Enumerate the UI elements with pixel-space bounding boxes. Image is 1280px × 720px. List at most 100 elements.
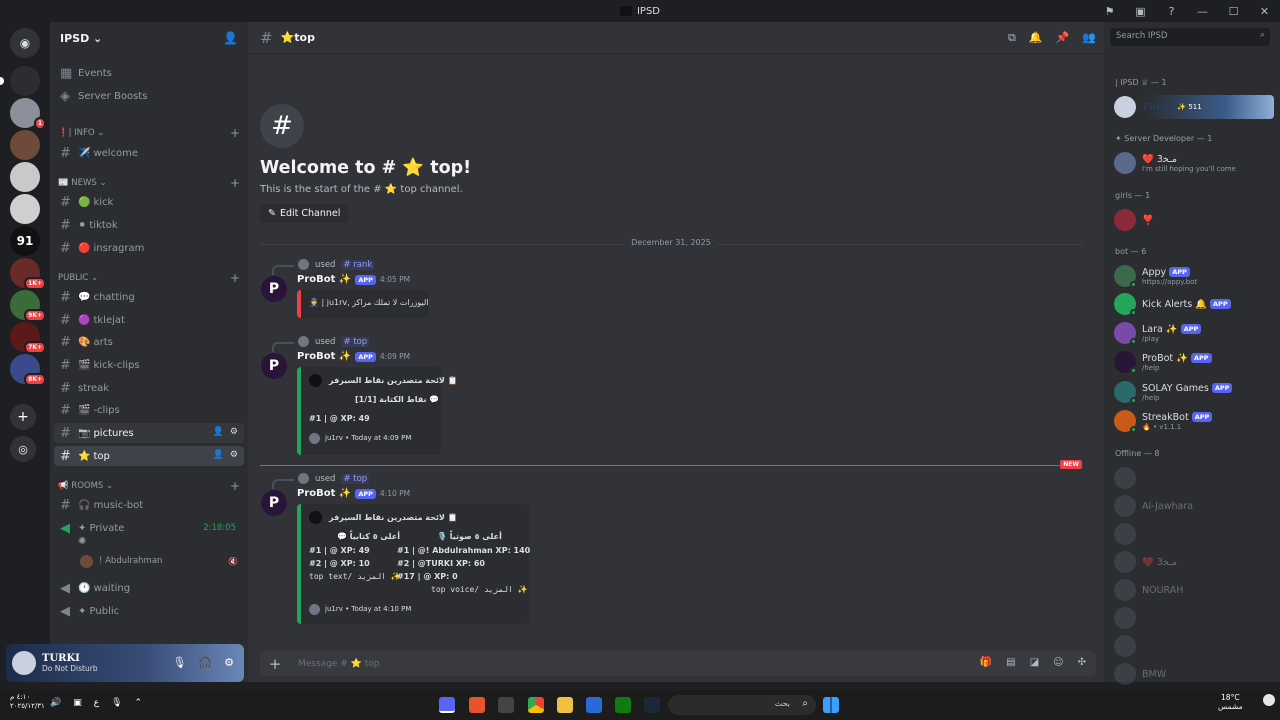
discover-icon[interactable]: ◎ [10,436,36,462]
member-item[interactable] [1114,466,1274,490]
threads-icon[interactable]: ⧉ [1008,31,1016,45]
server-icon[interactable]: 8K+ [10,354,46,386]
edit-channel-button[interactable]: ✎ Edit Channel [260,204,349,223]
channel-item[interactable]: # streak [54,378,244,398]
app-icon[interactable] [498,697,514,713]
discord-home-icon[interactable]: ◉ [10,28,40,58]
channel-item[interactable]: # ✈️ welcome [54,143,244,163]
folder-icon[interactable] [557,697,573,713]
command-link[interactable]: # rank [341,259,375,270]
command-link[interactable]: # top [341,336,370,347]
emoji-icon[interactable]: ☺ [1053,657,1063,668]
bot-avatar[interactable]: P [261,276,287,302]
voice-private[interactable]: ◀ ✦ Private 2:18:05 [54,518,244,538]
channel-music-bot[interactable]: # 🎧 music-bot [54,495,244,515]
store-icon[interactable] [586,697,602,713]
minimize-button[interactable]: — [1187,5,1218,18]
server-icon[interactable] [10,130,40,160]
inbox-icon[interactable]: ⚑ [1094,5,1125,18]
close-button[interactable]: ✕ [1249,5,1280,18]
add-channel-icon[interactable]: + [230,479,240,493]
search-input[interactable]: Search IPSD ⌕ [1110,28,1270,46]
message-input[interactable]: Message # ⭐ top [298,659,380,669]
members-icon[interactable]: 👥 [1082,31,1096,45]
member-item[interactable]: SOLAY Games APP/help [1114,380,1274,404]
member-item[interactable]: ❤️ ﻣـﺨ3 I'm still hoping you'll come [1114,151,1274,175]
invite-icon[interactable]: 👤 [213,450,224,460]
avatar[interactable] [12,651,36,675]
channel-category[interactable]: ❗| INFO ⌄ + [58,126,240,140]
voice-public[interactable]: ◀ ✦ Public [54,601,244,621]
chrome-icon[interactable] [528,697,544,713]
invite-icon[interactable]: 👤 [213,427,224,437]
add-channel-icon[interactable]: + [230,176,240,190]
bot-avatar[interactable]: P [261,490,287,516]
member-item[interactable] [1114,634,1274,658]
add-channel-icon[interactable]: + [230,126,240,140]
channel-item[interactable]: # 🟣 tklejat [54,310,244,330]
maximize-button[interactable]: ☐ [1218,5,1249,18]
member-item[interactable]: ❤️ ﻣـﺨ3 [1114,550,1274,574]
discord-taskbar-icon[interactable] [439,697,455,713]
weather[interactable]: 18°C مشمس [1218,693,1243,711]
command-link[interactable]: # top [341,473,370,484]
member-item[interactable]: Appy APP https://appy.bot [1114,264,1274,288]
member-item[interactable] [1114,606,1274,630]
voice-waiting[interactable]: ◀ 🕐 waiting [54,578,244,598]
user-panel[interactable]: TURKI Do Not Disturb 🎙 🎧 ⚙ [6,644,244,682]
channel-item[interactable]: # ⚫ tiktok [54,215,244,235]
member-item[interactable]: ❣️ [1114,208,1274,232]
wifi-icon[interactable]: ▣ [73,698,82,708]
member-item[interactable]: Lara ✨ APP/play [1114,321,1274,345]
microphone-icon[interactable]: 🎙 [172,656,186,669]
server-icon[interactable]: 1K+ [10,258,46,290]
server-icon[interactable] [10,162,40,192]
server-icon[interactable] [10,194,40,224]
member-item[interactable]: Kick Alerts 🔔 APP [1114,292,1274,316]
channel-category[interactable]: PUBLIC ⌄ + [58,271,240,285]
apps-icon[interactable]: ✣ [1078,657,1086,668]
windows-start-icon[interactable] [823,697,839,713]
help-icon[interactable]: ? [1156,5,1187,18]
server-icon[interactable]: 91 [10,226,40,256]
channel-pictures[interactable]: # 📷 pictures 👤 ⚙ [54,423,244,443]
sticker-icon[interactable]: ◪ [1030,657,1039,668]
member-item[interactable]: NOURAH [1114,578,1274,602]
attach-plus-icon[interactable]: + [260,655,290,673]
server-icon[interactable] [0,66,40,96]
server-icon[interactable]: 9K+ [10,290,46,322]
member-item[interactable]: BMW [1114,662,1274,686]
add-channel-icon[interactable]: + [230,271,240,285]
channel-category[interactable]: 📰 NEWS ⌄ + [58,176,240,190]
gear-icon[interactable]: ⚙ [224,656,234,669]
chevron-up-icon[interactable]: ⌃ [135,698,143,708]
gift-icon[interactable]: 🎁 [980,657,992,668]
add-server-icon[interactable]: + [10,404,36,430]
steam-icon[interactable] [644,697,660,713]
gif-icon[interactable]: ▤ [1006,657,1015,668]
server-icon[interactable]: 1 [10,98,46,130]
member-item[interactable]: TURKI ✨ 511 [1114,95,1274,119]
member-item[interactable] [1114,522,1274,546]
member-item[interactable]: StreakBot APP 🔥 • v1.1.1 [1114,409,1274,433]
bell-icon[interactable]: 🔔 [1029,31,1043,45]
author-name[interactable]: ProBot ✨ [297,274,351,285]
gear-icon[interactable]: ⚙ [230,427,238,437]
channel-item[interactable]: # 🎬 kick-clips [54,355,244,375]
pin-icon[interactable]: 📌 [1056,31,1070,45]
events-item[interactable]: ▦ Events [54,63,244,83]
bot-avatar[interactable]: P [261,353,287,379]
brave-icon[interactable] [469,697,485,713]
microphone-icon[interactable]: 🎙 [111,698,122,708]
headphones-icon[interactable]: 🎧 [198,656,212,669]
channel-item[interactable]: # 💬 chatting [54,287,244,307]
channel-top[interactable]: # ⭐ top 👤 ⚙ [54,446,244,466]
channel-item[interactable]: # 🎨 arts [54,332,244,352]
channel-category[interactable]: 📢 Rooms ⌄ + [58,479,240,493]
boosts-item[interactable]: ◈ Server Boosts [54,86,244,106]
channel-item[interactable]: # 🎬 -clips [54,400,244,420]
gear-icon[interactable]: ⚙ [230,450,238,460]
channel-item[interactable]: # 🔴 insragram [54,238,244,258]
voice-user[interactable]: ! Abdulrahman 🔇 [74,551,244,571]
author-name[interactable]: ProBot ✨ [297,488,351,499]
